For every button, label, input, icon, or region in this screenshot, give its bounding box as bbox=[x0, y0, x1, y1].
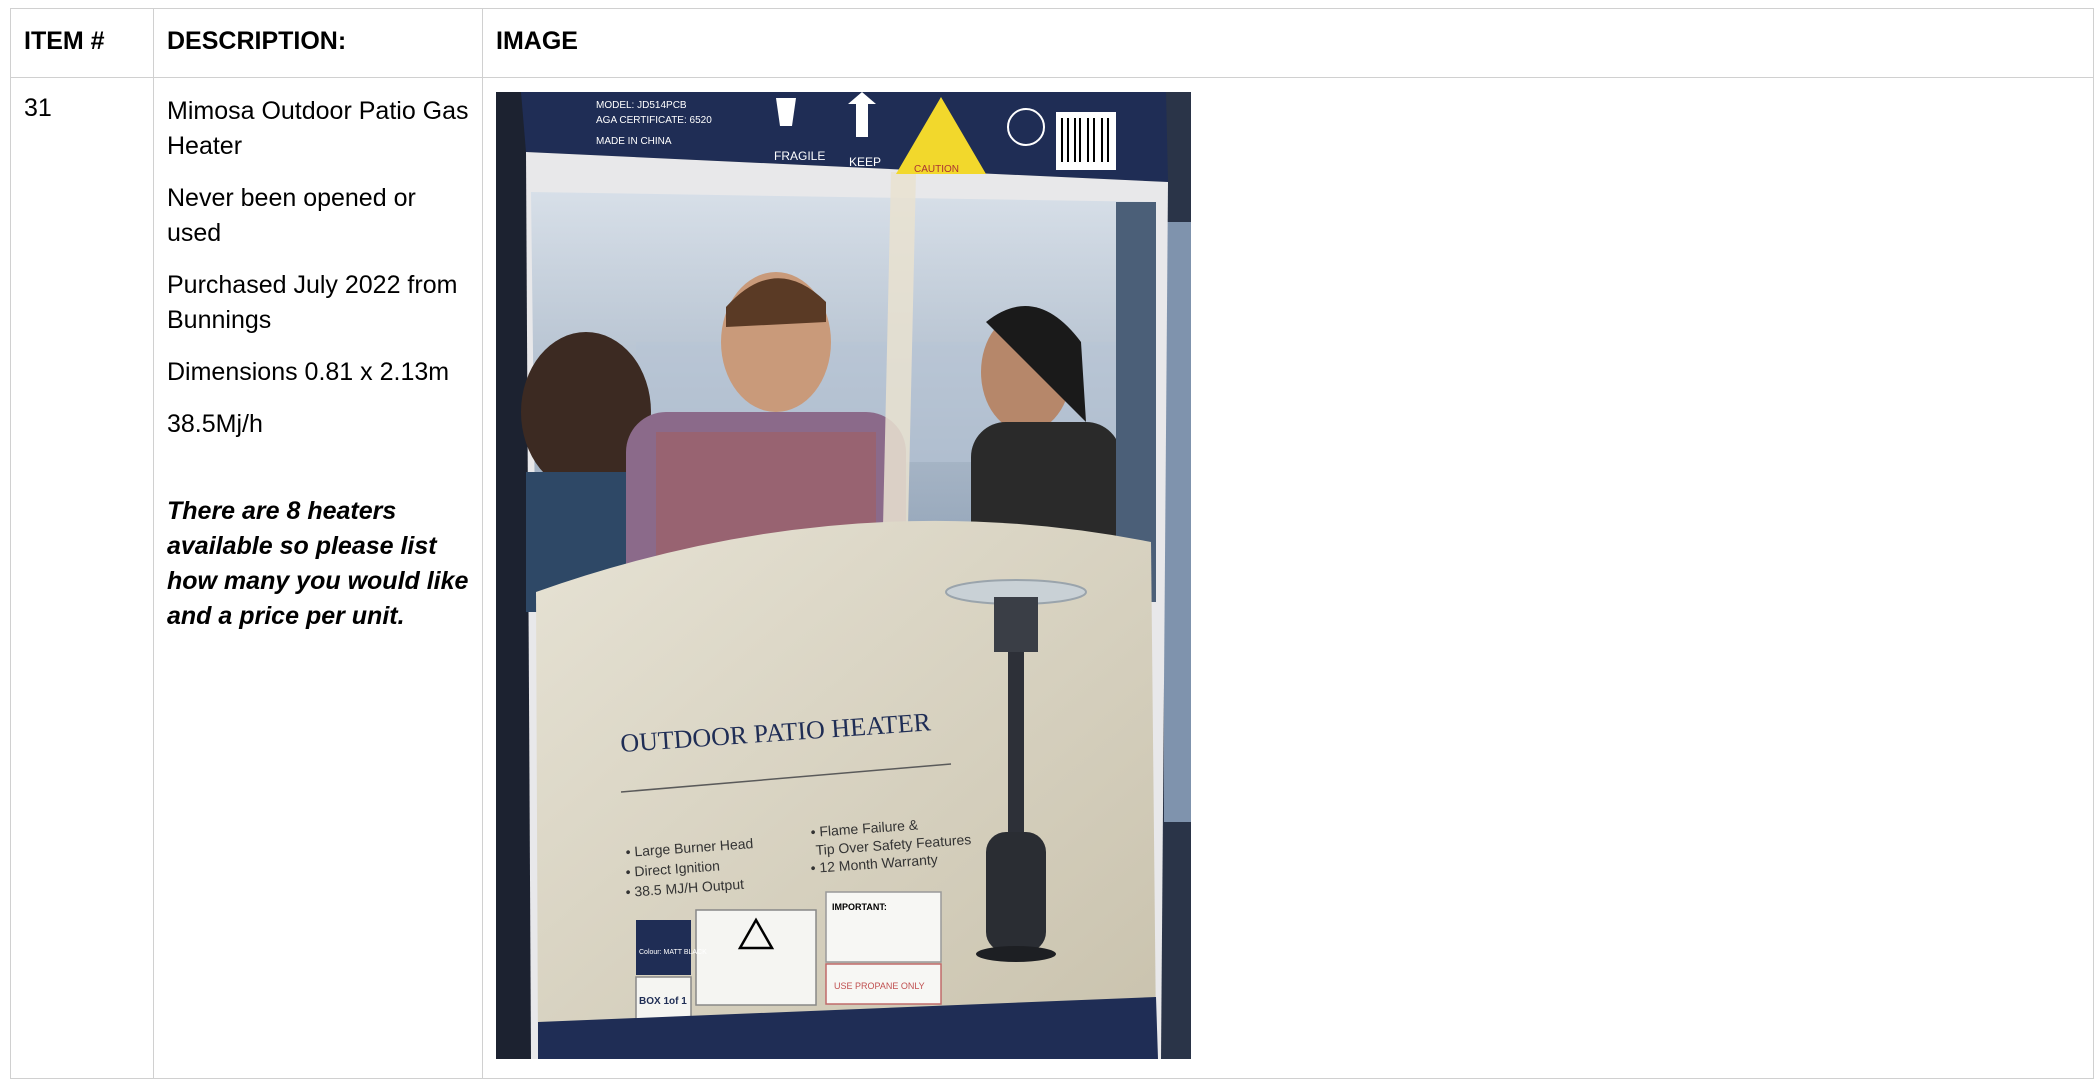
box-important-title: IMPORTANT: bbox=[832, 902, 887, 912]
box-gas-type: USE PROPANE ONLY bbox=[834, 981, 925, 991]
item-number: 31 bbox=[24, 94, 52, 122]
image-cell: MODEL: JD514PCB AGA CERTIFICATE: 6520 MA… bbox=[482, 77, 2094, 1079]
box-certificate-label: AGA CERTIFICATE: 6520 bbox=[596, 115, 712, 126]
box-caution-label: CAUTION bbox=[914, 164, 959, 175]
item-title: Mimosa Outdoor Patio Gas Heater bbox=[167, 97, 469, 160]
box-fragile-label: FRAGILE bbox=[774, 149, 825, 163]
box-colour-label: Colour: MATT BLACK bbox=[639, 949, 707, 956]
table-row: 31 Mimosa Outdoor Patio Gas Heater Never… bbox=[10, 77, 2094, 1079]
item-number-cell: 31 bbox=[10, 77, 154, 1079]
box-count-label: BOX 1of 1 bbox=[639, 996, 687, 1007]
item-note: There are 8 heaters available so please … bbox=[167, 497, 469, 630]
box-keep-label: KEEP bbox=[849, 155, 881, 169]
header-row: ITEM # DESCRIPTION: IMAGE bbox=[10, 8, 2094, 78]
box-model-label: MODEL: JD514PCB bbox=[596, 100, 687, 111]
header-image: IMAGE bbox=[482, 8, 2094, 78]
box-origin-label: MADE IN CHINA bbox=[596, 136, 672, 147]
product-photo: MODEL: JD514PCB AGA CERTIFICATE: 6520 MA… bbox=[496, 92, 1191, 1059]
listing-table: ITEM # DESCRIPTION: IMAGE 31 Mimosa Outd… bbox=[10, 8, 2094, 1079]
item-condition: Never been opened or used bbox=[167, 184, 416, 247]
description-cell: Mimosa Outdoor Patio Gas Heater Never be… bbox=[153, 77, 483, 1079]
item-purchase-info: Purchased July 2022 from Bunnings bbox=[167, 271, 458, 334]
heater-box-photo: MODEL: JD514PCB AGA CERTIFICATE: 6520 MA… bbox=[496, 92, 1191, 1059]
header-description: DESCRIPTION: bbox=[153, 8, 483, 78]
item-dimensions: Dimensions 0.81 x 2.13m bbox=[167, 358, 450, 386]
item-output: 38.5Mj/h bbox=[167, 410, 263, 438]
header-item-number: ITEM # bbox=[10, 8, 154, 78]
